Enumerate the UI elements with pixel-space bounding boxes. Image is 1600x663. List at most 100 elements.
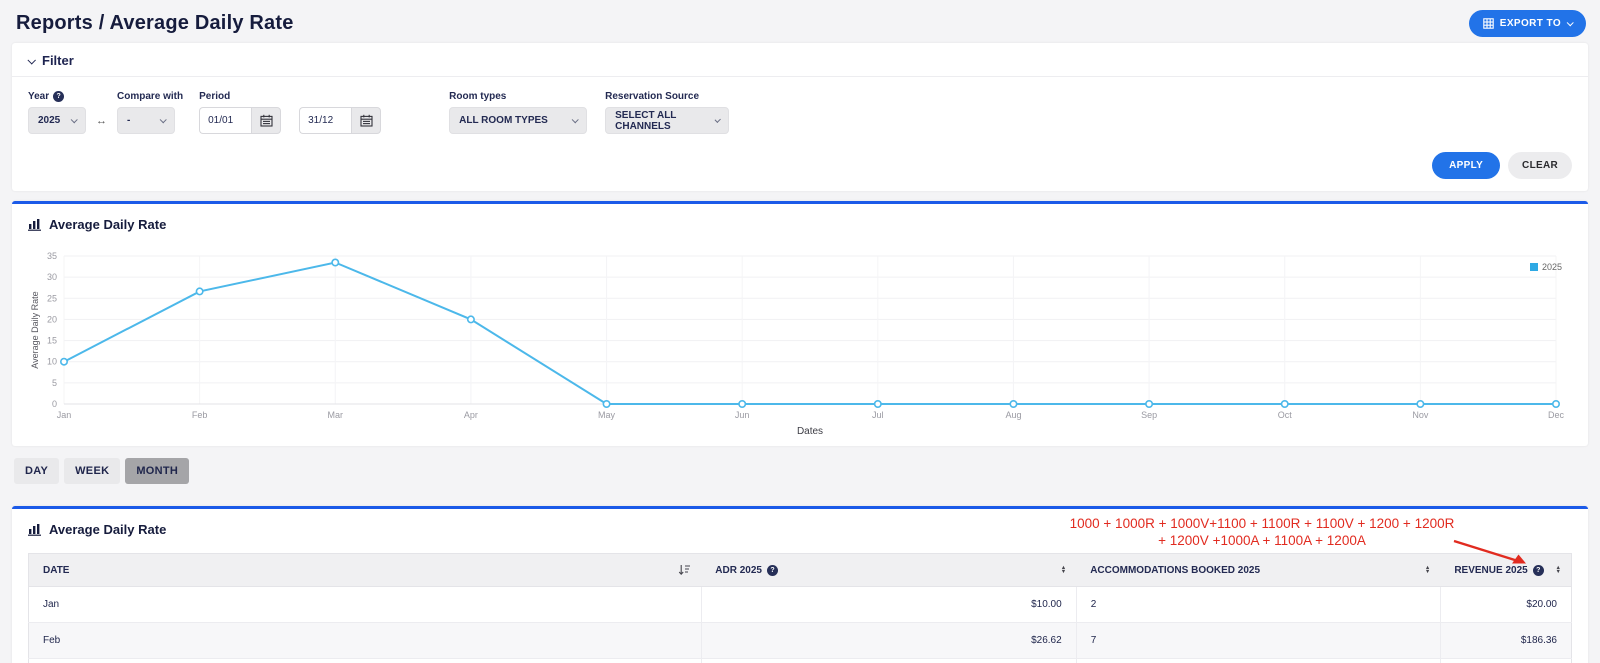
svg-text:30: 30 [47, 272, 57, 282]
booked-cell: 7 [1076, 623, 1440, 659]
adr-table-panel: Average Daily Rate 1000 + 1000R + 1000V+… [12, 506, 1588, 663]
calendar-icon[interactable] [251, 107, 281, 134]
column-header-date[interactable]: DATE [29, 554, 702, 587]
date-cell: Feb [29, 623, 702, 659]
chevron-down-icon [715, 117, 721, 123]
bar-chart-icon [28, 523, 42, 536]
legend-swatch-2025 [1530, 263, 1538, 271]
chart-title-text: Average Daily Rate [49, 217, 166, 232]
room-types-value: ALL ROOM TYPES [459, 115, 548, 126]
svg-text:Jul: Jul [872, 410, 884, 420]
annotation-arrow-icon [1450, 535, 1530, 569]
svg-text:Jan: Jan [57, 410, 72, 420]
chevron-down-icon [1567, 19, 1574, 26]
empty-cell [701, 659, 1076, 663]
apply-button[interactable]: APPLY [1432, 152, 1500, 179]
year-select[interactable]: 2025 [28, 107, 86, 134]
grid-icon [1483, 18, 1494, 29]
compare-with-select[interactable]: - [117, 107, 175, 134]
adr-chart-panel: Average Daily Rate 2025 05101520253035Ja… [12, 201, 1588, 446]
legend-label: 2025 [1542, 262, 1562, 272]
revenue-help-icon[interactable]: ? [1533, 565, 1544, 576]
chart-legend[interactable]: 2025 [1530, 262, 1562, 272]
reservation-source-group: Reservation Source SELECT ALL CHANNELS [605, 91, 729, 134]
svg-text:Dates: Dates [797, 426, 823, 437]
svg-text:35: 35 [47, 251, 57, 261]
granularity-toggle: DAY WEEK MONTH [14, 458, 1600, 484]
room-types-select[interactable]: ALL ROOM TYPES [449, 107, 587, 134]
chevron-down-icon [71, 116, 78, 123]
table-header-row: DATE ADR 2025 ? ▲▼ [29, 554, 1572, 587]
svg-text:Average Daily Rate: Average Daily Rate [30, 291, 40, 368]
bar-chart-icon [28, 218, 42, 231]
adr-help-icon[interactable]: ? [767, 565, 778, 576]
toggle-week-button[interactable]: WEEK [64, 458, 120, 484]
svg-text:0: 0 [52, 399, 57, 409]
reservation-source-select[interactable]: SELECT ALL CHANNELS [605, 107, 729, 134]
room-types-group: Room types ALL ROOM TYPES [449, 91, 587, 134]
adr-cell: $10.00 [701, 587, 1076, 623]
svg-text:May: May [598, 410, 616, 420]
svg-text:Sep: Sep [1141, 410, 1157, 420]
year-group: Year? 2025 [28, 91, 86, 134]
annotation-line-1: 1000 + 1000R + 1000V+1100 + 1100R + 1100… [1052, 515, 1472, 532]
period-label: Period [199, 91, 381, 102]
svg-text:Apr: Apr [464, 410, 478, 420]
sort-arrows-icon[interactable]: ▲▼ [1425, 566, 1430, 574]
calendar-icon[interactable] [351, 107, 381, 134]
booked-cell: 2 [1076, 587, 1440, 623]
chevron-down-icon [160, 116, 167, 123]
sort-arrows-icon[interactable]: ▲▼ [1061, 566, 1066, 574]
svg-text:Jun: Jun [735, 410, 750, 420]
empty-cell [29, 659, 702, 663]
svg-text:Oct: Oct [1278, 410, 1293, 420]
year-value: 2025 [38, 115, 60, 126]
filter-actions: APPLY CLEAR [12, 138, 1588, 179]
adr-line-chart: 05101520253035JanFebMarAprMayJunJulAugSe… [28, 242, 1572, 440]
period-group: Period [199, 91, 381, 134]
svg-text:10: 10 [47, 357, 57, 367]
svg-text:15: 15 [47, 336, 57, 346]
sort-list-icon[interactable] [678, 564, 691, 576]
top-bar: Reports / Average Daily Rate EXPORT TO [0, 0, 1600, 43]
table-row: Feb$26.627$186.36 [29, 623, 1572, 659]
empty-cell [1440, 659, 1571, 663]
swap-arrow-icon: ↔ [96, 115, 107, 134]
revenue-formula-annotation: 1000 + 1000R + 1000V+1100 + 1100R + 1100… [1052, 515, 1472, 549]
period-to-input[interactable] [299, 107, 351, 134]
column-header-adr[interactable]: ADR 2025 ? ▲▼ [701, 554, 1076, 587]
period-from [199, 107, 281, 134]
table-row [29, 659, 1572, 663]
export-to-label: EXPORT TO [1500, 18, 1561, 29]
column-header-booked[interactable]: ACCOMMODATIONS BOOKED 2025 ▲▼ [1076, 554, 1440, 587]
chevron-down-icon [572, 116, 579, 123]
period-to [299, 107, 381, 134]
revenue-cell: $186.36 [1440, 623, 1571, 659]
svg-text:Feb: Feb [192, 410, 208, 420]
svg-text:Nov: Nov [1412, 410, 1429, 420]
adr-table-body: Jan$10.002$20.00Feb$26.627$186.36 [29, 587, 1572, 663]
annotation-line-2: + 1200V +1000A + 1100A + 1200A [1052, 532, 1472, 549]
svg-text:Dec: Dec [1548, 410, 1565, 420]
period-from-input[interactable] [199, 107, 251, 134]
chart-panel-title: Average Daily Rate [12, 204, 1588, 242]
reservation-source-label: Reservation Source [605, 91, 729, 102]
toggle-month-button[interactable]: MONTH [125, 458, 189, 484]
sort-arrows-icon[interactable]: ▲▼ [1556, 566, 1561, 574]
revenue-cell: $20.00 [1440, 587, 1571, 623]
export-to-button[interactable]: EXPORT TO [1469, 10, 1586, 37]
filter-panel: Filter Year? 2025 ↔ Compare with - Perio… [12, 43, 1588, 191]
filter-title: Filter [42, 53, 74, 68]
empty-cell [1076, 659, 1440, 663]
svg-text:5: 5 [52, 378, 57, 388]
room-types-label: Room types [449, 91, 587, 102]
toggle-day-button[interactable]: DAY [14, 458, 59, 484]
svg-text:20: 20 [47, 314, 57, 324]
svg-text:25: 25 [47, 293, 57, 303]
year-help-icon[interactable]: ? [53, 91, 64, 102]
clear-button[interactable]: CLEAR [1508, 152, 1572, 179]
table-title-text: Average Daily Rate [49, 522, 166, 537]
filter-header[interactable]: Filter [12, 43, 1588, 77]
reservation-source-value: SELECT ALL CHANNELS [615, 110, 705, 132]
collapse-chevron-icon [27, 56, 35, 64]
